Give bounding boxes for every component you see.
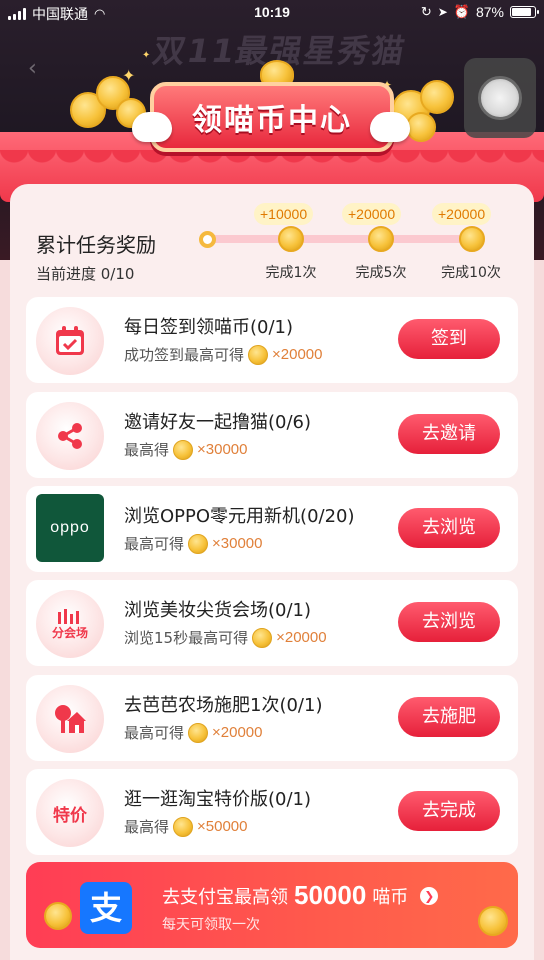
task-title: 浏览OPPO零元用新机(0/20) [124,506,355,527]
milestone-reward: +20000 [432,203,492,225]
back-chevron-icon[interactable]: ‹ [28,56,37,81]
assistive-touch-icon [478,76,522,120]
checkin-button[interactable]: 签到 [398,319,500,359]
banner-subtitle: 每天可领取一次 [162,917,260,933]
task-subtitle: 成功签到最高可得 ×20000 [124,344,323,365]
sparkle-icon: ✦ [142,50,151,61]
coin-icon [173,439,194,460]
milestone-label: 完成1次 [265,265,317,281]
task-reward: ×30000 [212,535,263,552]
task-card-taobao-lite: 特价 逛一逛淘宝特价版(0/1) 最高得 ×50000 去完成 [26,769,518,855]
progress-track [207,235,475,243]
coin-icon [173,816,194,837]
task-reward: ×20000 [212,724,263,741]
assistive-touch-button[interactable] [464,58,536,138]
task-sub-text: 成功签到最高可得 [124,346,245,364]
status-bar: 中国联通 ◠ 10:19 ↻ ➤ ⏰ 87% [0,0,544,26]
oppo-logo: oppo [36,494,104,562]
task-title: 去芭芭农场施肥1次(0/1) [124,695,323,716]
task-card-oppo: oppo 浏览OPPO零元用新机(0/20) 最高可得 ×30000 去浏览 [26,486,518,572]
coin-icon [252,627,273,648]
page-title: 领喵币中心 [192,103,352,138]
task-subtitle: 浏览15秒最高可得 ×20000 [124,627,327,648]
task-sub-text: 最高得 [124,818,170,836]
task-subtitle: 最高得 ×50000 [124,816,248,837]
paw-icon [370,112,410,142]
milestone-coin-icon [459,226,485,252]
venue-icon: 分会场 [36,590,104,658]
browse-beauty-button[interactable]: 去浏览 [398,602,500,642]
venue-icon-text: 分会场 [51,625,88,640]
share-icon [36,402,104,470]
task-reward: ×30000 [197,441,248,458]
task-subtitle: 最高得 ×30000 [124,439,248,460]
orientation-lock-icon: ↻ [420,4,432,19]
invite-button[interactable]: 去邀请 [398,414,500,454]
milestone-reward: +20000 [342,203,402,225]
battery-icon [510,6,539,18]
coin-icon [478,906,508,936]
banner-amount: 50000 [294,880,367,910]
task-subtitle: 最高可得 ×20000 [124,722,263,743]
coin-icon [188,533,209,554]
banner-title: 去支付宝最高领 50000 喵币 ❯ [162,880,439,911]
coin-icon [248,344,269,365]
browse-oppo-button[interactable]: 去浏览 [398,508,500,548]
alarm-icon: ⏰ [453,4,470,19]
battery-percent: 87% [475,4,504,20]
stage-scallop [0,150,544,174]
milestone-label: 完成10次 [441,265,501,281]
farm-house-icon [36,685,104,753]
task-card-farm: 去芭芭农场施肥1次(0/1) 最高可得 ×20000 去施肥 [26,675,518,761]
alipay-logo: 支 [80,882,132,934]
task-card-beauty: 分会场 浏览美妆尖货会场(0/1) 浏览15秒最高可得 ×20000 去浏览 [26,580,518,666]
progress-title: 累计任务奖励 [36,233,156,257]
coin-icon [44,902,72,930]
progress-current: 当前进度 0/10 [36,265,135,283]
task-reward: ×50000 [197,818,248,835]
milestone-coin-icon [368,226,394,252]
special-price-icon: 特价 [36,779,104,847]
task-title: 逛一逛淘宝特价版(0/1) [124,789,312,810]
task-sub-text: 最高可得 [124,535,185,553]
task-subtitle: 最高可得 ×30000 [124,533,263,554]
task-sub-text: 浏览15秒最高可得 [124,629,249,647]
milestone-reward: +10000 [254,203,314,225]
complete-button[interactable]: 去完成 [398,791,500,831]
banner-title-suffix: 喵币 [372,886,409,908]
paw-icon [132,112,172,142]
milestone-coin-icon [278,226,304,252]
banner-title-prefix: 去支付宝最高领 [162,886,288,908]
task-title: 邀请好友一起撸猫(0/6) [124,412,312,433]
fertilize-button[interactable]: 去施肥 [398,697,500,737]
task-title: 浏览美妆尖货会场(0/1) [124,600,312,621]
chevron-right-icon: ❯ [420,886,439,905]
task-title: 每日签到领喵币(0/1) [124,317,294,338]
alipay-banner[interactable]: 支 去支付宝最高领 50000 喵币 ❯ 每天可领取一次 [26,862,518,948]
task-reward: ×20000 [276,629,327,646]
milestone-label: 完成5次 [355,265,407,281]
title-board: 领喵币中心 [150,82,394,152]
location-icon: ➤ [437,5,448,19]
oppo-logo-text: oppo [50,519,90,536]
calendar-check-icon [36,307,104,375]
task-sub-text: 最高可得 [124,724,185,742]
task-reward: ×20000 [272,346,323,363]
progress-start-dot [199,231,216,248]
coin-icon [188,722,209,743]
task-card-checkin: 每日签到领喵币(0/1) 成功签到最高可得 ×20000 签到 [26,297,518,383]
task-sub-text: 最高得 [124,441,170,459]
special-price-text: 特价 [53,805,87,826]
page: 双11最强星秀猫 ‹ ✦ ✦ ✦ 领喵币中心 中国联通 ◠ 10:19 ↻ [0,0,544,960]
task-card-invite: 邀请好友一起撸猫(0/6) 最高得 ×30000 去邀请 [26,392,518,478]
